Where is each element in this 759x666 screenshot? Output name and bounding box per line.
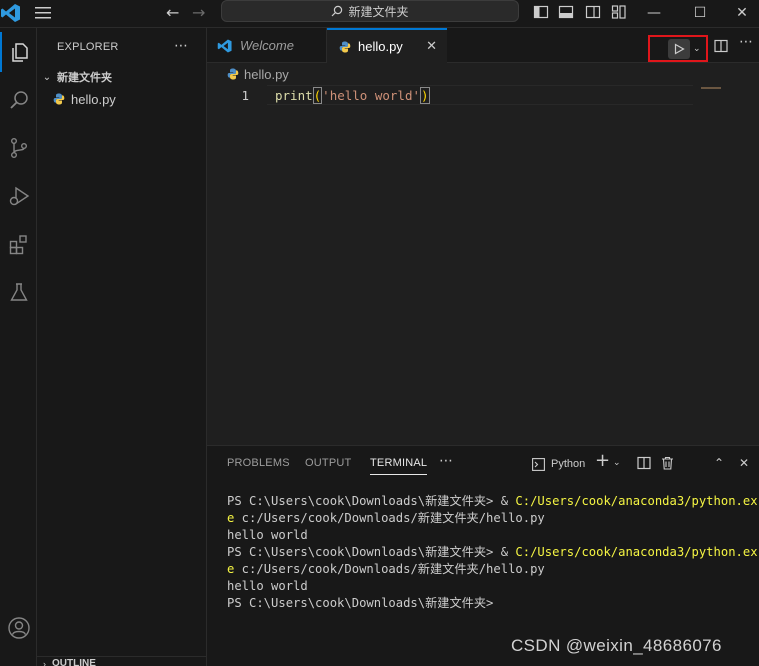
split-editor-icon[interactable] (713, 38, 729, 54)
chevron-down-icon[interactable]: ⌄ (613, 454, 621, 472)
terminal-line: e c:/Users/cook/Downloads/新建文件夹/hello.py (227, 561, 752, 578)
code-token-string: 'hello world' (322, 88, 421, 103)
close-panel-icon[interactable]: ✕ (739, 454, 749, 472)
new-terminal-icon[interactable]: + (595, 450, 610, 471)
line-number: 1 (241, 88, 249, 103)
maximize-button[interactable]: ☐ (680, 2, 720, 24)
terminal-line: hello world (227, 528, 308, 542)
maximize-panel-icon[interactable]: ⌃ (714, 454, 724, 472)
toggle-panel-icon[interactable] (558, 4, 574, 20)
more-actions-icon[interactable]: ⋯ (738, 33, 754, 49)
explorer-sidebar: EXPLORER ⋯ ⌄ 新建文件夹 hello.py › OUTLINE (37, 28, 207, 666)
search-activity-icon[interactable] (0, 80, 37, 120)
split-terminal-icon[interactable] (637, 454, 651, 472)
tab-problems[interactable]: PROBLEMS (227, 457, 290, 469)
trash-icon[interactable] (661, 454, 674, 472)
python-icon (53, 93, 65, 105)
bottom-panel: PROBLEMS OUTPUT TERMINAL ⋯ Python + ⌄ ⌃ … (207, 445, 759, 666)
terminal-profile-label: Python (551, 458, 586, 470)
sidebar-more-actions-icon[interactable]: ⋯ (174, 37, 188, 54)
toggle-sidebar-icon[interactable] (533, 4, 549, 20)
search-icon (332, 5, 343, 17)
python-icon (227, 68, 239, 80)
code-token-paren: ( (312, 87, 323, 104)
command-center-search[interactable]: 新建文件夹 (221, 0, 519, 22)
close-window-button[interactable]: ✕ (722, 2, 759, 24)
breadcrumb: hello.py (207, 63, 759, 85)
python-icon (339, 41, 351, 52)
sidebar-title: EXPLORER (57, 41, 119, 53)
minimize-button[interactable]: — (634, 2, 674, 24)
terminal-line: PS C:\Users\cook\Downloads\新建文件夹> & C:/U… (227, 493, 758, 510)
terminal-output[interactable]: PS C:\Users\cook\Downloads\新建文件夹> & C:/U… (227, 493, 758, 612)
title-bar: ← → 新建文件夹 — ☐ ✕ (0, 0, 759, 28)
terminal-prompt: PS C:\Users\cook\Downloads\新建文件夹> & (227, 545, 516, 559)
editor-tab-bar: Welcome hello.py ✕ ⌄ ⋯ (207, 28, 759, 63)
code-token-function: print (275, 88, 313, 103)
accounts-icon[interactable] (0, 608, 37, 648)
run-button[interactable] (668, 38, 690, 59)
file-item-hello-py[interactable]: hello.py (37, 88, 206, 110)
file-label: hello.py (71, 91, 116, 107)
terminal-arg: c:/Users/cook/Downloads/新建文件夹/hello.py (234, 562, 545, 576)
tab-terminal[interactable]: TERMINAL (370, 457, 428, 475)
run-python-file-highlight: ⌄ (648, 35, 708, 62)
terminal-exe-path: C:/Users/cook/anaconda3/python.ex (515, 545, 758, 559)
tab-label: hello.py (358, 39, 403, 54)
menu-icon[interactable] (34, 5, 52, 21)
tab-output[interactable]: OUTPUT (305, 457, 351, 469)
terminal-icon (532, 457, 545, 471)
folder-header[interactable]: ⌄ 新建文件夹 (37, 66, 206, 88)
terminal-line: e c:/Users/cook/Downloads/新建文件夹/hello.py (227, 510, 752, 527)
breadcrumb-file[interactable]: hello.py (244, 67, 289, 82)
close-icon[interactable]: ✕ (426, 39, 437, 54)
play-icon (674, 42, 685, 55)
activity-bar (0, 28, 37, 666)
terminal-arg: c:/Users/cook/Downloads/新建文件夹/hello.py (234, 511, 545, 525)
folder-name: 新建文件夹 (57, 72, 112, 84)
watermark: CSDN @weixin_48686076 (511, 636, 722, 655)
tab-hello-py[interactable]: hello.py ✕ (327, 28, 447, 63)
forward-arrow-icon[interactable]: → (192, 3, 205, 22)
code-token-paren: ) (420, 87, 430, 104)
testing-icon[interactable] (0, 272, 37, 312)
terminal-profile-selector[interactable]: Python (532, 455, 585, 473)
chevron-down-icon: ⌄ (42, 71, 52, 83)
search-text: 新建文件夹 (348, 4, 409, 19)
run-debug-icon[interactable] (0, 176, 37, 216)
vscode-logo-icon (1, 4, 20, 22)
back-arrow-icon[interactable]: ← (166, 3, 179, 22)
terminal-exe-path: C:/Users/cook/anaconda3/python.ex (515, 494, 758, 508)
outline-section[interactable]: › OUTLINE (37, 656, 206, 666)
source-control-icon[interactable] (0, 128, 37, 168)
chevron-right-icon: › (43, 658, 46, 666)
code-line[interactable]: print('hello world') (275, 87, 430, 104)
outline-label: OUTLINE (52, 658, 96, 666)
minimap[interactable] (701, 87, 721, 89)
toggle-secondary-sidebar-icon[interactable] (585, 4, 601, 20)
tab-label: Welcome (240, 38, 294, 53)
customize-layout-icon[interactable] (611, 4, 627, 20)
vscode-icon (217, 38, 232, 53)
code-editor[interactable]: 1 print('hello world') (207, 85, 759, 445)
terminal-line: PS C:\Users\cook\Downloads\新建文件夹> (227, 596, 494, 610)
chevron-down-icon[interactable]: ⌄ (693, 43, 701, 54)
extensions-icon[interactable] (0, 224, 37, 264)
tab-welcome[interactable]: Welcome (207, 28, 327, 63)
terminal-line: hello world (227, 579, 308, 593)
terminal-line: PS C:\Users\cook\Downloads\新建文件夹> & C:/U… (227, 544, 758, 561)
panel-more-icon[interactable]: ⋯ (439, 452, 453, 469)
explorer-icon[interactable] (0, 32, 37, 72)
terminal-prompt: PS C:\Users\cook\Downloads\新建文件夹> & (227, 494, 516, 508)
